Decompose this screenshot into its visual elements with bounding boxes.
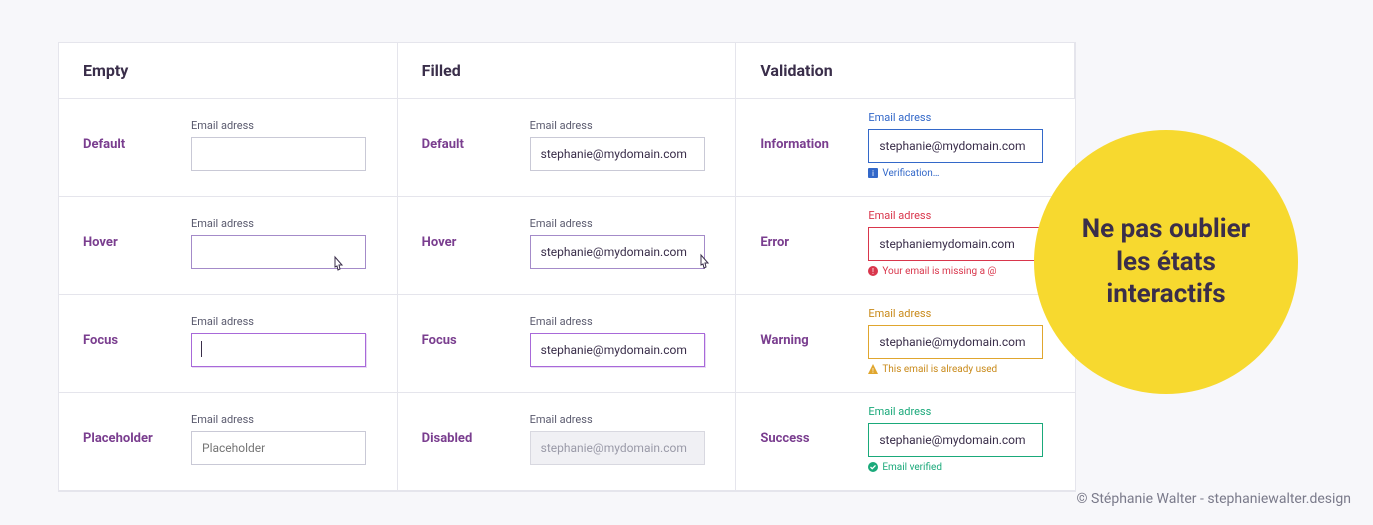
pointer-cursor-icon [329,255,347,277]
email-input [530,431,705,465]
email-input[interactable] [868,129,1043,163]
form-states-table: Empty Filled Validation Default Email ad… [58,42,1076,492]
field-empty-focus: Email adress [191,315,373,367]
cell-empty-placeholder: Placeholder Email adress [59,393,398,491]
state-label-default: Default [83,137,191,152]
state-label-focus: Focus [83,333,191,348]
state-label-disabled: Disabled [422,431,530,446]
helper-text: Your email is missing a @ [882,266,996,277]
state-label-warning: Warning [760,333,868,348]
email-input[interactable] [191,137,366,171]
cell-filled-hover: Hover Email adress [398,197,737,295]
field-validation-warning: Email adress ! This email is already use… [868,307,1051,375]
helper-text: This email is already used [882,364,997,375]
error-icon: ! [868,266,878,276]
cell-validation-error: Error Email adress ! Your email is missi… [736,197,1075,295]
field-validation-success: Email adress Email verified [868,405,1051,473]
info-icon: i [868,168,878,178]
helper-success: Email verified [868,462,1051,473]
svg-text:!: ! [872,267,874,276]
cell-empty-default: Default Email adress [59,99,398,197]
field-empty-hover: Email adress [191,217,373,269]
field-label: Email adress [191,413,373,426]
cell-filled-default: Default Email adress [398,99,737,197]
warning-icon: ! [868,364,878,374]
field-label: Email adress [530,413,712,426]
field-label: Email adress [530,217,712,230]
field-label: Email adress [530,315,712,328]
success-icon [868,462,878,472]
helper-error: ! Your email is missing a @ [868,266,1051,277]
field-validation-info: Email adress i Verification… [868,111,1051,179]
email-input[interactable] [191,431,366,465]
field-label: Email adress [868,111,1051,124]
helper-text: Email verified [882,462,942,473]
state-label-hover: Hover [83,235,191,250]
email-input[interactable] [191,333,366,367]
pointer-cursor-icon [695,253,713,275]
field-label: Email adress [191,217,373,230]
cell-filled-focus: Focus Email adress [398,295,737,393]
field-filled-disabled: Email adress [530,413,712,465]
state-label-error: Error [760,235,868,250]
field-label: Email adress [191,315,373,328]
field-filled-default: Email adress [530,119,712,171]
state-label-default: Default [422,137,530,152]
credit-text: © Stéphanie Walter - stephaniewalter.des… [1077,491,1351,507]
field-label: Email adress [530,119,712,132]
state-label-information: Information [760,137,868,152]
email-input[interactable] [868,423,1043,457]
helper-info: i Verification… [868,168,1051,179]
cell-empty-focus: Focus Email adress [59,295,398,393]
callout-badge: Ne pas oublier les états interactifs [1034,130,1298,394]
field-filled-focus: Email adress [530,315,712,367]
helper-warning: ! This email is already used [868,364,1051,375]
field-filled-hover: Email adress [530,217,712,269]
state-label-hover: Hover [422,235,530,250]
column-header-empty: Empty [59,43,398,99]
cell-empty-hover: Hover Email adress [59,197,398,295]
field-label: Email adress [868,307,1051,320]
svg-text:!: ! [872,368,874,374]
cell-validation-warning: Warning Email adress ! This email is alr… [736,295,1075,393]
field-empty-default: Email adress [191,119,373,171]
text-caret-icon [201,341,202,357]
email-input[interactable] [530,137,705,171]
column-header-filled: Filled [398,43,737,99]
email-input[interactable] [868,227,1043,261]
helper-text: Verification… [882,168,939,179]
callout-text: Ne pas oublier les états interactifs [1074,213,1258,311]
state-label-placeholder: Placeholder [83,431,191,446]
field-empty-placeholder: Email adress [191,413,373,465]
cell-filled-disabled: Disabled Email adress [398,393,737,491]
svg-text:i: i [872,169,874,178]
cell-validation-information: Information Email adress i Verification… [736,99,1075,197]
field-label: Email adress [868,209,1051,222]
state-label-focus: Focus [422,333,530,348]
field-label: Email adress [868,405,1051,418]
email-input[interactable] [868,325,1043,359]
email-input[interactable] [530,333,705,367]
field-validation-error: Email adress ! Your email is missing a @ [868,209,1051,277]
column-header-validation: Validation [736,43,1075,99]
field-label: Email adress [191,119,373,132]
email-input[interactable] [530,235,705,269]
cell-validation-success: Success Email adress Email verified [736,393,1075,491]
state-label-success: Success [760,431,868,446]
